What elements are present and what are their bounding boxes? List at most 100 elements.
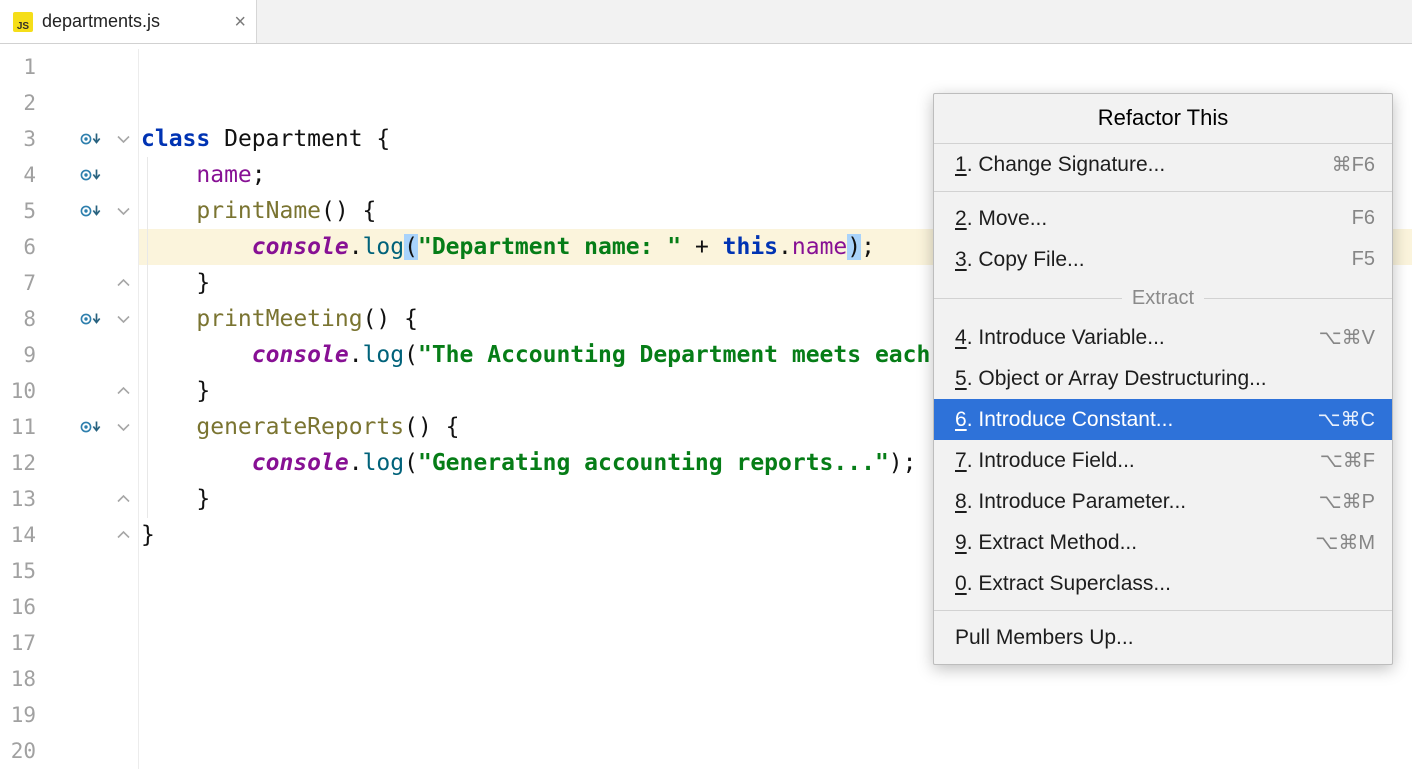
menu-shortcut: ⌥⌘M (1291, 530, 1375, 555)
menu-item-label: 7. Introduce Field... (955, 449, 1135, 473)
menu-item-5[interactable]: 5. Object or Array Destructuring... (934, 358, 1392, 399)
menu-body: 1. Change Signature... ⌘F6 2. Move... F6 3. … (934, 144, 1392, 664)
javascript-file-icon: JS (13, 12, 33, 32)
menu-item-6[interactable]: 6. Introduce Constant...⌥⌘C (934, 399, 1392, 440)
line-number: 8 (0, 301, 36, 337)
gutter-space (36, 481, 108, 517)
fold-up-icon[interactable] (108, 373, 139, 409)
gutter-space (36, 517, 108, 553)
implemented-marker-icon[interactable] (36, 301, 108, 337)
menu-item-label: 4. Introduce Variable... (955, 326, 1165, 350)
gutter-space (36, 229, 108, 265)
menu-shortcut: ⌥⌘P (1295, 489, 1375, 514)
fold-space (108, 733, 139, 769)
menu-shortcut: ⌘F6 (1308, 152, 1375, 177)
fold-space (108, 589, 139, 625)
line-number: 3 (0, 121, 36, 157)
gutter-space (36, 733, 108, 769)
line-number: 14 (0, 517, 36, 553)
line-number: 20 (0, 733, 36, 769)
fold-up-icon[interactable] (108, 517, 139, 553)
menu-shortcut: F5 (1328, 248, 1375, 271)
menu-item-9[interactable]: 9. Extract Method... ⌥⌘M (934, 522, 1392, 563)
editor-line-19[interactable]: 19 (0, 697, 1412, 733)
line-number: 13 (0, 481, 36, 517)
menu-item-0[interactable]: 0. Extract Superclass... (934, 563, 1392, 604)
implemented-marker-icon[interactable] (36, 409, 108, 445)
fold-space (108, 229, 139, 265)
editor-line-18[interactable]: 18 (0, 661, 1412, 697)
implemented-marker-icon[interactable] (36, 193, 108, 229)
line-number: 7 (0, 265, 36, 301)
fold-down-icon[interactable] (108, 193, 139, 229)
line-number: 17 (0, 625, 36, 661)
implemented-marker-icon[interactable] (36, 121, 108, 157)
gutter-space (36, 49, 108, 85)
line-number: 2 (0, 85, 36, 121)
menu-separator (934, 610, 1392, 611)
tab-close-icon[interactable]: × (234, 12, 246, 32)
gutter-space (36, 553, 108, 589)
code-text[interactable] (139, 49, 1412, 85)
refactor-this-popup: Refactor This 1. Change Signature... ⌘F6 2… (933, 93, 1393, 665)
editor-line-20[interactable]: 20 (0, 733, 1412, 769)
code-text[interactable] (139, 697, 1412, 733)
fold-space (108, 661, 139, 697)
fold-space (108, 157, 139, 193)
fold-down-icon[interactable] (108, 409, 139, 445)
line-number: 11 (0, 409, 36, 445)
line-number: 12 (0, 445, 36, 481)
line-number: 4 (0, 157, 36, 193)
code-text[interactable] (139, 661, 1412, 697)
fold-down-icon[interactable] (108, 121, 139, 157)
editor-tab-bar: JS departments.js × (0, 0, 1412, 44)
menu-item-2[interactable]: 2. Move... F6 (934, 198, 1392, 239)
menu-item-pull-members-up-[interactable]: Pull Members Up... (934, 617, 1392, 658)
ide-window: JS departments.js × 123class Department … (0, 0, 1412, 755)
menu-item-label: 1. Change Signature... (955, 153, 1165, 177)
gutter-space (36, 445, 108, 481)
menu-item-label: 2. Move... (955, 207, 1047, 231)
popup-title: Refactor This (934, 94, 1392, 144)
fold-up-icon[interactable] (108, 265, 139, 301)
implemented-marker-icon[interactable] (36, 157, 108, 193)
line-number: 6 (0, 229, 36, 265)
menu-item-3[interactable]: 3. Copy File... F5 (934, 239, 1392, 280)
menu-item-label: 0. Extract Superclass... (955, 572, 1171, 596)
line-number: 5 (0, 193, 36, 229)
menu-item-label: 3. Copy File... (955, 248, 1085, 272)
gutter-space (36, 661, 108, 697)
fold-space (108, 697, 139, 733)
line-number: 15 (0, 553, 36, 589)
menu-shortcut: ⌥⌘V (1295, 325, 1375, 350)
gutter-space (36, 337, 108, 373)
menu-separator (934, 191, 1392, 192)
fold-down-icon[interactable] (108, 301, 139, 337)
fold-up-icon[interactable] (108, 481, 139, 517)
code-text[interactable] (139, 733, 1412, 769)
menu-item-1[interactable]: 1. Change Signature... ⌘F6 (934, 144, 1392, 185)
menu-item-8[interactable]: 8. Introduce Parameter... ⌥⌘P (934, 481, 1392, 522)
menu-shortcut: F6 (1328, 207, 1375, 230)
editor-line-1[interactable]: 1 (0, 49, 1412, 85)
menu-item-label: 8. Introduce Parameter... (955, 490, 1186, 514)
menu-item-7[interactable]: 7. Introduce Field... ⌥⌘F (934, 440, 1392, 481)
menu-item-label: Pull Members Up... (955, 626, 1134, 650)
fold-space (108, 445, 139, 481)
menu-item-label: 9. Extract Method... (955, 531, 1137, 555)
fold-space (108, 625, 139, 661)
gutter-space (36, 697, 108, 733)
fold-space (108, 553, 139, 589)
group-header-label: Extract (1132, 287, 1194, 310)
line-number: 1 (0, 49, 36, 85)
line-number: 19 (0, 697, 36, 733)
indent-guide (147, 157, 148, 518)
tab-title: departments.js (42, 11, 160, 32)
gutter-space (36, 265, 108, 301)
tab-departments-js[interactable]: JS departments.js × (0, 0, 257, 43)
menu-item-4[interactable]: 4. Introduce Variable... ⌥⌘V (934, 317, 1392, 358)
gutter-space (36, 625, 108, 661)
line-number: 10 (0, 373, 36, 409)
menu-shortcut: ⌥⌘F (1296, 448, 1375, 473)
line-number: 9 (0, 337, 36, 373)
